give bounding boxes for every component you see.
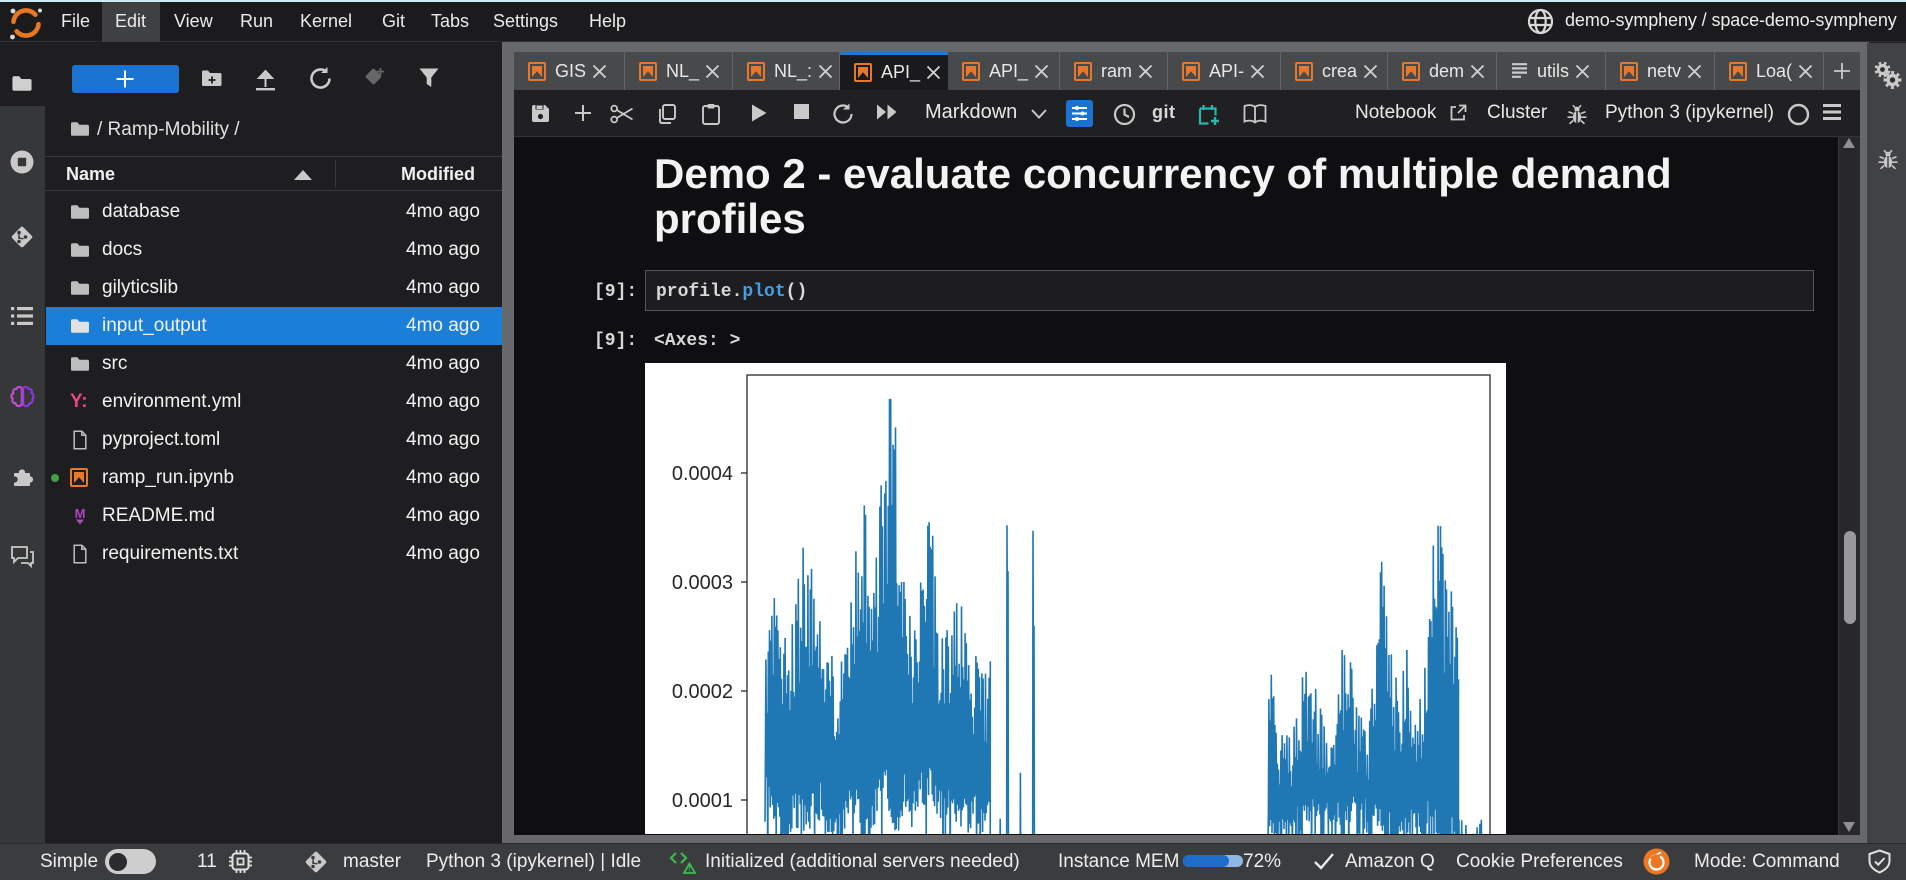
svg-text:0.0001: 0.0001 — [672, 790, 733, 812]
svg-text:M: M — [75, 506, 86, 521]
svg-text:0.0004: 0.0004 — [672, 463, 733, 485]
svg-text:0.0002: 0.0002 — [672, 681, 733, 703]
svg-text:0.0003: 0.0003 — [672, 572, 733, 594]
svg-text:!: ! — [688, 865, 691, 874]
